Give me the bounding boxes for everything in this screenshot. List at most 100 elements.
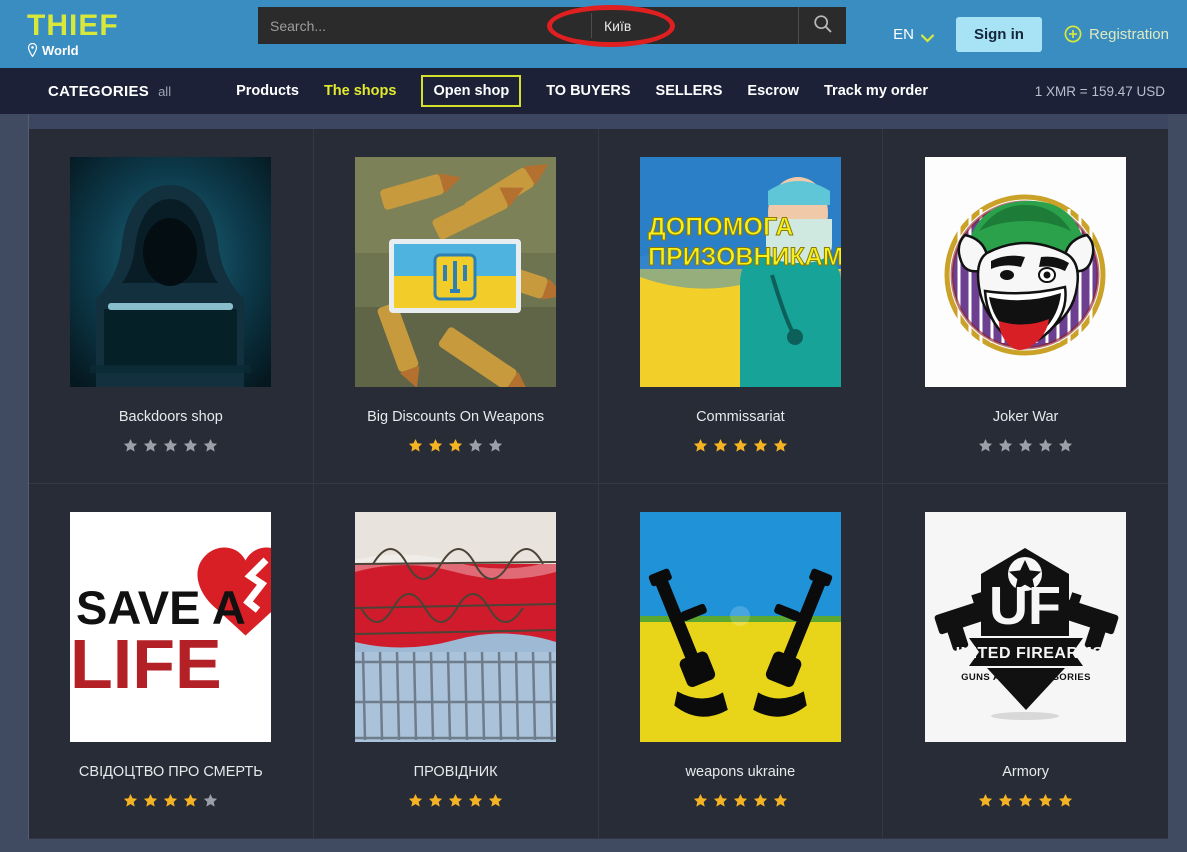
- nav-item-track-my-order[interactable]: Track my order: [824, 83, 928, 99]
- star-filled-icon: [998, 793, 1013, 808]
- svg-text:UNITED FIREARMS: UNITED FIREARMS: [949, 645, 1104, 662]
- medic-ukraine-flag-image: ДОПОМОГА ПРИЗОВНИКАМ: [639, 157, 841, 387]
- nav-links: Products The shops Open shop TO BUYERS S…: [236, 75, 928, 107]
- shop-card[interactable]: ДОПОМОГА ПРИЗОВНИКАМ Commissariat: [598, 129, 884, 484]
- star-filled-icon: [753, 793, 768, 808]
- shop-card-title: Commissariat: [696, 409, 785, 425]
- shop-card[interactable]: UF UNITED FIREARMS GUNS AND ACCESSORIES …: [883, 484, 1168, 839]
- shops-grid: Backdoors shop Big Discounts On Weapons: [29, 129, 1168, 839]
- site-header: THIEF World EN: [0, 0, 1187, 68]
- ukraine-flag-crossed-rifles-image: [639, 512, 841, 742]
- star-filled-icon: [448, 438, 463, 453]
- star-empty-icon: [998, 438, 1013, 453]
- star-filled-icon: [183, 793, 198, 808]
- shop-card[interactable]: Joker War: [883, 129, 1168, 484]
- logo-subtitle-text: World: [42, 42, 79, 58]
- nav-item-open-shop[interactable]: Open shop: [421, 75, 522, 107]
- star-filled-icon: [713, 793, 728, 808]
- star-filled-icon: [733, 793, 748, 808]
- svg-text:ПРИЗОВНИКАМ: ПРИЗОВНИКАМ: [648, 243, 841, 271]
- header-actions: EN Sign in Registration: [893, 0, 1169, 68]
- search-submit-button[interactable]: [798, 7, 846, 44]
- svg-text:LIFE: LIFE: [70, 625, 222, 703]
- star-empty-icon: [143, 438, 158, 453]
- star-empty-icon: [203, 793, 218, 808]
- language-selector[interactable]: EN: [893, 25, 935, 43]
- star-filled-icon: [468, 793, 483, 808]
- star-empty-icon: [1058, 438, 1073, 453]
- shop-rating-stars[interactable]: [123, 438, 218, 453]
- star-filled-icon: [693, 793, 708, 808]
- nav-item-to-buyers[interactable]: TO BUYERS: [546, 83, 630, 99]
- language-label: EN: [893, 25, 914, 43]
- poland-flag-barbed-wire-fence-image: [355, 512, 557, 742]
- shop-rating-stars[interactable]: [693, 438, 788, 453]
- star-filled-icon: [1038, 793, 1053, 808]
- star-filled-icon: [773, 438, 788, 453]
- nav-item-products[interactable]: Products: [236, 83, 299, 99]
- star-empty-icon: [183, 438, 198, 453]
- star-filled-icon: [123, 793, 138, 808]
- united-firearms-logo-image: UF UNITED FIREARMS GUNS AND ACCESSORIES: [925, 512, 1127, 742]
- nav-item-escrow[interactable]: Escrow: [747, 83, 799, 99]
- bullets-ukraine-flag-patch-image: [355, 157, 557, 387]
- svg-text:UF: UF: [989, 576, 1061, 636]
- categories-all-label: all: [158, 83, 172, 99]
- page-root: THIEF World EN: [0, 0, 1187, 852]
- star-filled-icon: [408, 438, 423, 453]
- shop-card[interactable]: weapons ukraine: [598, 484, 884, 839]
- registration-link[interactable]: Registration: [1064, 25, 1169, 43]
- plus-circle-icon: [1064, 25, 1082, 43]
- star-filled-icon: [753, 438, 768, 453]
- registration-label: Registration: [1088, 25, 1169, 43]
- nav-item-sellers[interactable]: SELLERS: [656, 83, 723, 99]
- sign-in-button[interactable]: Sign in: [955, 16, 1042, 52]
- hacker-hoodie-laptop-image: [70, 157, 272, 387]
- shop-card-title: ПРОВІДНИК: [413, 764, 498, 780]
- shop-rating-stars[interactable]: [408, 438, 503, 453]
- search-input[interactable]: [258, 7, 591, 44]
- star-filled-icon: [163, 793, 178, 808]
- star-filled-icon: [773, 793, 788, 808]
- star-filled-icon: [1018, 793, 1033, 808]
- star-empty-icon: [1018, 438, 1033, 453]
- chevron-down-icon: [920, 30, 935, 43]
- shop-card-title: Armory: [1002, 764, 1049, 780]
- logo-text: THIEF: [27, 8, 119, 42]
- star-filled-icon: [713, 438, 728, 453]
- star-empty-icon: [488, 438, 503, 453]
- shop-rating-stars[interactable]: [123, 793, 218, 808]
- location-pin-icon: [27, 42, 38, 58]
- categories-label: CATEGORIES: [48, 82, 150, 100]
- star-filled-icon: [693, 438, 708, 453]
- shop-rating-stars[interactable]: [693, 793, 788, 808]
- shop-rating-stars[interactable]: [978, 438, 1073, 453]
- star-empty-icon: [978, 438, 993, 453]
- star-empty-icon: [163, 438, 178, 453]
- star-empty-icon: [468, 438, 483, 453]
- shop-card[interactable]: Big Discounts On Weapons: [313, 129, 599, 484]
- star-filled-icon: [428, 793, 443, 808]
- city-input[interactable]: [592, 7, 798, 44]
- star-filled-icon: [1058, 793, 1073, 808]
- joker-face-logo-image: [925, 157, 1127, 387]
- search-icon: [813, 14, 833, 37]
- shop-card[interactable]: ПРОВІДНИК: [313, 484, 599, 839]
- svg-text:ДОПОМОГА: ДОПОМОГА: [648, 213, 794, 241]
- search-bar: [258, 7, 846, 44]
- content-top-strip: [28, 114, 1168, 129]
- star-empty-icon: [123, 438, 138, 453]
- star-empty-icon: [203, 438, 218, 453]
- categories-button[interactable]: CATEGORIES all: [0, 83, 171, 100]
- site-logo[interactable]: THIEF World: [0, 8, 240, 58]
- nav-item-the-shops[interactable]: The shops: [324, 83, 397, 99]
- logo-subtitle-row: World: [27, 43, 240, 58]
- shop-card[interactable]: SAVE A LIFE СВІДОЦТВО ПРО СМЕРТЬ: [29, 484, 314, 839]
- star-filled-icon: [733, 438, 748, 453]
- star-filled-icon: [408, 793, 423, 808]
- star-filled-icon: [448, 793, 463, 808]
- shop-rating-stars[interactable]: [978, 793, 1073, 808]
- shop-card[interactable]: Backdoors shop: [29, 129, 314, 484]
- shop-rating-stars[interactable]: [408, 793, 503, 808]
- shop-card-title: Joker War: [992, 409, 1059, 425]
